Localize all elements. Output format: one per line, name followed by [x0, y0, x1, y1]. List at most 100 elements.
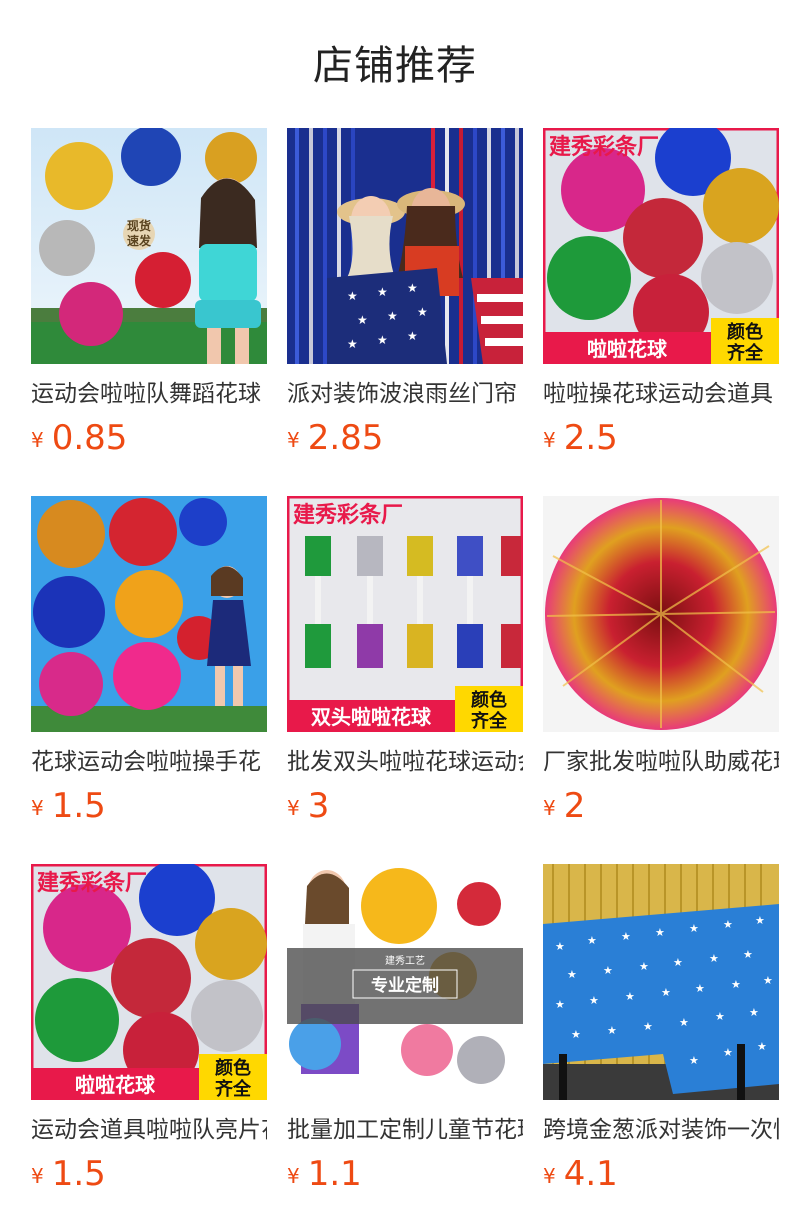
currency-symbol: ¥: [287, 796, 300, 820]
svg-text:★: ★: [603, 964, 613, 977]
product-name[interactable]: 批量加工定制儿童节花球: [287, 1114, 523, 1146]
svg-text:★: ★: [347, 337, 358, 351]
product-image[interactable]: 建秀彩条厂 啦啦花球 颜色 齐全: [31, 864, 267, 1100]
product-card[interactable]: 建秀彩条厂 啦啦花球 颜色 齐全 运动会道具啦啦队亮片花球 ¥1.5: [31, 864, 267, 1232]
product-grid: 现货 速发 运动会啦啦队舞蹈花球 ¥0.85 ★ ★ ★ ★ ★ ★ ★ ★ ★…: [31, 128, 779, 1232]
product-card[interactable]: 建秀彩条厂 双头啦啦花球 颜色 齐全 批发双头啦啦花球运动会 ¥3: [287, 496, 523, 864]
product-image[interactable]: 建秀彩条厂 啦啦花球 颜色 齐全: [543, 128, 779, 364]
product-price: ¥0.85: [31, 416, 267, 460]
pompom-assortment-photo-icon: 建秀彩条厂 啦啦花球 颜色 齐全: [543, 128, 779, 364]
currency-symbol: ¥: [31, 1164, 44, 1188]
product-card[interactable]: ★ ★ ★ ★ ★ ★ ★ ★ ★ ★ ★ ★ ★ ★ ★ ★ ★ ★ ★ ★ ★ ★ ★ ★ ★ ★ ★ ★ ★ 跨境金葱派对…: [543, 864, 779, 1232]
svg-text:★: ★: [755, 914, 765, 927]
svg-text:★: ★: [555, 998, 565, 1011]
pompom-assortment-photo-icon: 建秀彩条厂 啦啦花球 颜色 齐全: [31, 864, 267, 1100]
price-value: 2: [563, 786, 586, 826]
product-card[interactable]: 现货 速发 运动会啦啦队舞蹈花球 ¥0.85: [31, 128, 267, 496]
banner-text: 啦啦花球: [75, 1073, 156, 1097]
brand-text: 建秀彩条厂: [549, 134, 659, 160]
svg-text:★: ★: [715, 1010, 725, 1023]
product-image[interactable]: [543, 496, 779, 732]
product-image[interactable]: ★ ★ ★ ★ ★ ★ ★ ★ ★: [287, 128, 523, 364]
corner-text: 颜色: [215, 1057, 251, 1079]
product-name[interactable]: 厂家批发啦啦队助威花球: [543, 746, 779, 778]
product-image[interactable]: 建秀彩条厂 双头啦啦花球 颜色 齐全: [287, 496, 523, 732]
svg-text:★: ★: [723, 918, 733, 931]
svg-text:★: ★: [749, 1006, 759, 1019]
product-card[interactable]: 建秀工艺 专业定制 批量加工定制儿童节花球 ¥1.1: [287, 864, 523, 1232]
banner-text: 双头啦啦花球: [311, 705, 432, 729]
product-name[interactable]: 跨境金葱派对装饰一次性桌布: [543, 1114, 779, 1146]
svg-text:★: ★: [743, 948, 753, 961]
brand-text: 建秀彩条厂: [293, 502, 403, 528]
price-value: 1.1: [307, 1154, 362, 1194]
svg-text:★: ★: [571, 1028, 581, 1041]
svg-text:★: ★: [417, 305, 428, 319]
double-head-pompom-photo-icon: 建秀彩条厂 双头啦啦花球 颜色 齐全: [287, 496, 523, 732]
svg-text:★: ★: [709, 952, 719, 965]
product-image[interactable]: 现货 速发: [31, 128, 267, 364]
star-tablecloth-photo-icon: ★ ★ ★ ★ ★ ★ ★ ★ ★ ★ ★ ★ ★ ★ ★ ★ ★ ★ ★ ★ ★ ★ ★ ★ ★ ★ ★ ★ ★: [543, 864, 779, 1100]
svg-text:★: ★: [679, 1016, 689, 1029]
price-value: 2.5: [563, 418, 618, 458]
svg-text:★: ★: [639, 960, 649, 973]
pompom-cheerleader-photo-icon: [31, 496, 267, 732]
svg-text:★: ★: [661, 986, 671, 999]
currency-symbol: ¥: [31, 796, 44, 820]
product-image[interactable]: ★ ★ ★ ★ ★ ★ ★ ★ ★ ★ ★ ★ ★ ★ ★ ★ ★ ★ ★ ★ ★ ★ ★ ★ ★ ★ ★ ★ ★: [543, 864, 779, 1100]
svg-text:★: ★: [357, 313, 368, 327]
svg-text:★: ★: [587, 934, 597, 947]
product-name[interactable]: 批发双头啦啦花球运动会: [287, 746, 523, 778]
product-card[interactable]: ★ ★ ★ ★ ★ ★ ★ ★ ★ 派对装饰波浪雨丝门帘 ¥2.85: [287, 128, 523, 496]
party-tinsel-curtain-photo-icon: ★ ★ ★ ★ ★ ★ ★ ★ ★: [287, 128, 523, 364]
corner-text: 齐全: [471, 710, 508, 732]
svg-text:★: ★: [621, 930, 631, 943]
product-name[interactable]: 运动会啦啦队舞蹈花球: [31, 378, 267, 410]
product-card[interactable]: 厂家批发啦啦队助威花球 ¥2: [543, 496, 779, 864]
overlay-small-text: 建秀工艺: [385, 954, 425, 967]
svg-text:★: ★: [589, 994, 599, 1007]
svg-text:★: ★: [695, 982, 705, 995]
svg-text:★: ★: [377, 285, 388, 299]
svg-text:★: ★: [567, 968, 577, 981]
product-image[interactable]: [31, 496, 267, 732]
svg-text:★: ★: [407, 281, 418, 295]
product-name[interactable]: 啦啦操花球运动会道具: [543, 378, 779, 410]
product-card[interactable]: 花球运动会啦啦操手花 ¥1.5: [31, 496, 267, 864]
product-price: ¥1.1: [287, 1152, 523, 1196]
svg-text:★: ★: [407, 329, 418, 343]
svg-text:★: ★: [377, 333, 388, 347]
currency-symbol: ¥: [543, 428, 556, 452]
product-name[interactable]: 花球运动会啦啦操手花: [31, 746, 267, 778]
corner-text: 齐全: [215, 1078, 252, 1100]
product-price: ¥2: [543, 784, 779, 828]
svg-text:★: ★: [625, 990, 635, 1003]
brand-text: 建秀彩条厂: [37, 870, 147, 896]
product-card[interactable]: 建秀彩条厂 啦啦花球 颜色 齐全 啦啦操花球运动会道具 ¥2.5: [543, 128, 779, 496]
svg-text:★: ★: [673, 956, 683, 969]
product-price: ¥1.5: [31, 1152, 267, 1196]
cheerleader-pompom-photo-icon: 现货 速发: [31, 128, 267, 364]
product-price: ¥2.5: [543, 416, 779, 460]
currency-symbol: ¥: [287, 1164, 300, 1188]
product-price: ¥3: [287, 784, 523, 828]
svg-text:★: ★: [689, 1054, 699, 1067]
section-title: 店铺推荐: [313, 43, 477, 89]
svg-text:★: ★: [387, 309, 398, 323]
corner-text: 颜色: [471, 689, 507, 711]
svg-text:★: ★: [607, 1024, 617, 1037]
price-value: 4.1: [563, 1154, 618, 1194]
corner-text: 颜色: [727, 321, 763, 343]
price-value: 3: [307, 786, 330, 826]
pompom-closeup-photo-icon: [543, 496, 779, 732]
product-image[interactable]: 建秀工艺 专业定制: [287, 864, 523, 1100]
price-value: 1.5: [51, 1154, 106, 1194]
svg-text:★: ★: [643, 1020, 653, 1033]
stamp-text: 速发: [127, 233, 152, 248]
product-name[interactable]: 运动会道具啦啦队亮片花球: [31, 1114, 267, 1146]
svg-text:★: ★: [689, 922, 699, 935]
product-name[interactable]: 派对装饰波浪雨丝门帘: [287, 378, 523, 410]
product-price: ¥4.1: [543, 1152, 779, 1196]
custom-pompom-photo-icon: 建秀工艺 专业定制: [287, 864, 523, 1100]
currency-symbol: ¥: [287, 428, 300, 452]
